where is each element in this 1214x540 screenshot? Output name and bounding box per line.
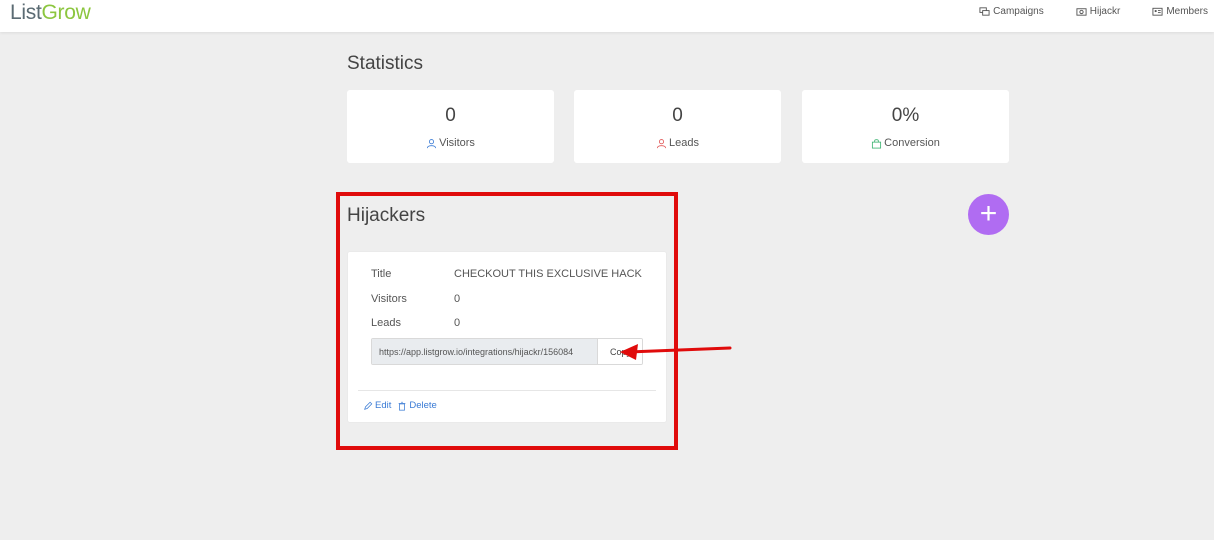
stat-label: Leads	[574, 137, 781, 149]
stat-value: 0%	[891, 105, 920, 126]
hijackr-icon	[1076, 8, 1087, 16]
edit-button[interactable]: Edit	[363, 400, 391, 411]
nav-campaigns[interactable]: Campaigns	[979, 6, 1044, 17]
stat-card-visitors: 0 Visitors	[347, 90, 554, 163]
leads-icon	[656, 138, 667, 148]
stat-label-text: Leads	[669, 137, 699, 149]
leads-key: Leads	[371, 317, 401, 329]
stat-label: Visitors	[347, 137, 554, 149]
stat-card-leads: 0 Leads	[574, 90, 781, 163]
statistics-title: Statistics	[347, 53, 424, 74]
delete-label: Delete	[409, 400, 437, 411]
edit-label: Edit	[375, 400, 392, 411]
members-icon	[1152, 7, 1163, 16]
nav-hijackr[interactable]: Hijackr	[1076, 6, 1121, 17]
nav-campaigns-label: Campaigns	[993, 6, 1044, 17]
stat-label-text: Visitors	[439, 137, 475, 149]
nav-hijackr-label: Hijackr	[1089, 6, 1121, 17]
title-key: Title	[371, 268, 392, 280]
logo-text-list: List	[10, 1, 42, 24]
users-icon	[427, 138, 437, 148]
card-actions: Edit Delete	[363, 400, 437, 411]
visitors-key: Visitors	[371, 293, 407, 305]
url-group: Copy	[371, 338, 643, 365]
logo[interactable]: ListGrow	[10, 1, 91, 25]
campaigns-icon	[979, 7, 990, 16]
stat-value: 0	[672, 105, 683, 126]
nav-members[interactable]: Members	[1152, 6, 1208, 17]
main-nav: Campaigns Hijackr Members	[979, 6, 1208, 17]
title-value: CHECKOUT THIS EXCLUSIVE HACK	[454, 268, 642, 280]
card-divider	[358, 390, 656, 391]
trash-icon	[399, 401, 406, 411]
stat-card-conversion: 0% Conversion	[802, 90, 1009, 163]
stat-label: Conversion	[802, 137, 1009, 149]
hijackers-title: Hijackers	[347, 205, 426, 226]
integration-url-input[interactable]	[372, 339, 598, 364]
top-bar: ListGrow Campaigns Hijackr Members	[0, 0, 1214, 32]
logo-text-grow: Grow	[41, 1, 91, 24]
delete-button[interactable]: Delete	[397, 400, 437, 411]
nav-members-label: Members	[1166, 6, 1208, 17]
add-hijacker-button[interactable]: +	[968, 194, 1009, 235]
visitors-value: 0	[454, 293, 461, 305]
pencil-icon	[364, 401, 373, 410]
stat-value: 0	[445, 105, 456, 126]
stat-label-text: Conversion	[884, 137, 940, 149]
copy-button[interactable]: Copy	[598, 339, 642, 364]
leads-value: 0	[454, 317, 461, 329]
bag-icon	[872, 138, 882, 148]
hijacker-card: Title CHECKOUT THIS EXCLUSIVE HACK Visit…	[348, 252, 666, 422]
